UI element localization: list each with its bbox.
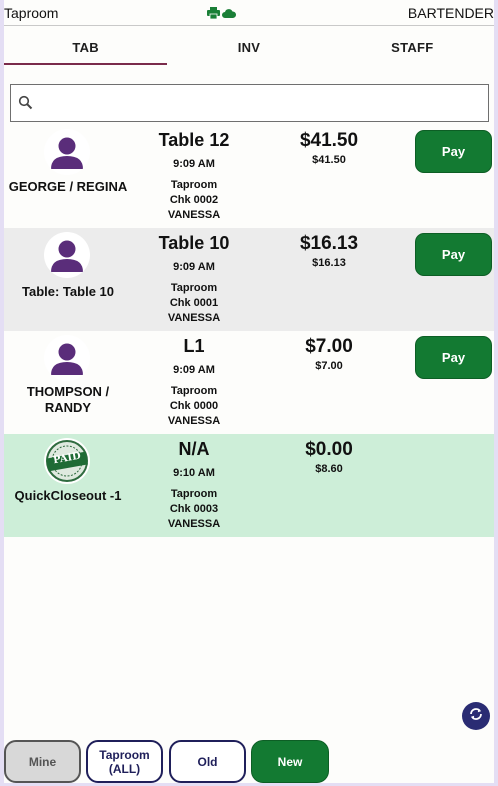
search-box[interactable] xyxy=(10,84,489,122)
refresh-icon xyxy=(468,706,484,727)
check-details: Taproom Chk 0001 VANESSA xyxy=(138,281,250,326)
status-bar: Taproom BARTENDER xyxy=(4,0,494,26)
printer-icon xyxy=(207,6,220,24)
check-area: Taproom xyxy=(170,385,218,397)
check-row[interactable]: GEORGE / REGINA Table 12 9:09 AM Taproom… xyxy=(4,125,494,228)
pay-button[interactable]: Pay xyxy=(415,233,492,276)
search-icon xyxy=(18,95,33,115)
person-icon xyxy=(44,129,90,175)
table-name: Table 10 xyxy=(158,233,230,253)
table-name: N/A xyxy=(178,439,210,459)
pay-button[interactable]: Pay xyxy=(415,336,492,379)
check-amount: $7.00 xyxy=(305,336,353,357)
taproom-label: Taproom xyxy=(99,747,150,762)
pay-button[interactable]: Pay xyxy=(415,130,492,173)
check-server: VANESSA xyxy=(167,209,221,221)
check-row[interactable]: PAID QuickCloseout -1 N/A 9:10 AM Taproo… xyxy=(4,434,494,537)
check-time: 9:10 AM xyxy=(173,467,215,479)
mine-filter-button[interactable]: Mine xyxy=(4,740,81,783)
check-list: GEORGE / REGINA Table 12 9:09 AM Taproom… xyxy=(4,125,494,537)
check-amount: $0.00 xyxy=(305,439,353,460)
check-amount: $41.50 xyxy=(299,130,359,151)
check-number: Chk 0002 xyxy=(169,194,219,206)
person-icon xyxy=(44,232,90,278)
old-filter-button[interactable]: Old xyxy=(169,740,246,783)
taproom-all-label: (ALL) xyxy=(108,761,141,776)
check-server: VANESSA xyxy=(167,415,221,427)
check-name: Table: Table 10 xyxy=(22,284,114,299)
app-frame: Taproom BARTENDER TAB INV STAFF GEORGE /… xyxy=(4,0,494,783)
check-server: VANESSA xyxy=(167,312,221,324)
check-area: Taproom xyxy=(170,488,218,500)
tab-staff[interactable]: STAFF xyxy=(331,26,494,68)
check-number: Chk 0001 xyxy=(169,297,219,309)
check-time: 9:09 AM xyxy=(173,158,215,170)
check-area: Taproom xyxy=(170,179,218,191)
user-role: BARTENDER xyxy=(407,5,494,21)
table-name: L1 xyxy=(183,336,205,356)
check-number: Chk 0003 xyxy=(169,503,219,515)
person-icon xyxy=(44,335,90,381)
check-number: Chk 0000 xyxy=(169,400,219,412)
check-name: THOMPSON / RANDY xyxy=(26,384,110,415)
check-details: Taproom Chk 0002 VANESSA xyxy=(138,178,250,223)
check-amount: $16.13 xyxy=(299,233,359,254)
check-row[interactable]: THOMPSON / RANDY L1 9:09 AM Taproom Chk … xyxy=(4,331,494,434)
check-details: Taproom Chk 0000 VANESSA xyxy=(138,384,250,429)
refresh-button[interactable] xyxy=(462,702,490,730)
check-time: 9:09 AM xyxy=(173,261,215,273)
table-name: Table 12 xyxy=(158,130,230,150)
status-icons xyxy=(207,6,237,24)
paid-stamp-icon: PAID xyxy=(44,438,90,484)
cloud-icon xyxy=(222,6,237,24)
main-tabs: TAB INV STAFF xyxy=(4,26,494,68)
check-subtotal: $41.50 xyxy=(312,154,346,166)
check-subtotal: $7.00 xyxy=(315,360,343,372)
check-subtotal: $8.60 xyxy=(315,463,343,475)
search-input[interactable] xyxy=(39,85,479,121)
check-area: Taproom xyxy=(170,282,218,294)
check-row[interactable]: Table: Table 10 Table 10 9:09 AM Taproom… xyxy=(4,228,494,331)
check-name: GEORGE / REGINA xyxy=(8,179,128,194)
check-subtotal: $16.13 xyxy=(312,257,346,269)
check-name: QuickCloseout -1 xyxy=(14,488,122,503)
filter-bar: Mine Taproom (ALL) Old New xyxy=(4,740,494,783)
check-server: VANESSA xyxy=(167,518,221,530)
check-time: 9:09 AM xyxy=(173,364,215,376)
app-title: Taproom xyxy=(4,5,59,21)
taproom-all-filter-button[interactable]: Taproom (ALL) xyxy=(86,740,163,783)
tab-inv[interactable]: INV xyxy=(167,26,330,68)
check-details: Taproom Chk 0003 VANESSA xyxy=(138,487,250,532)
new-check-button[interactable]: New xyxy=(251,740,329,783)
tab-tab[interactable]: TAB xyxy=(4,26,168,68)
